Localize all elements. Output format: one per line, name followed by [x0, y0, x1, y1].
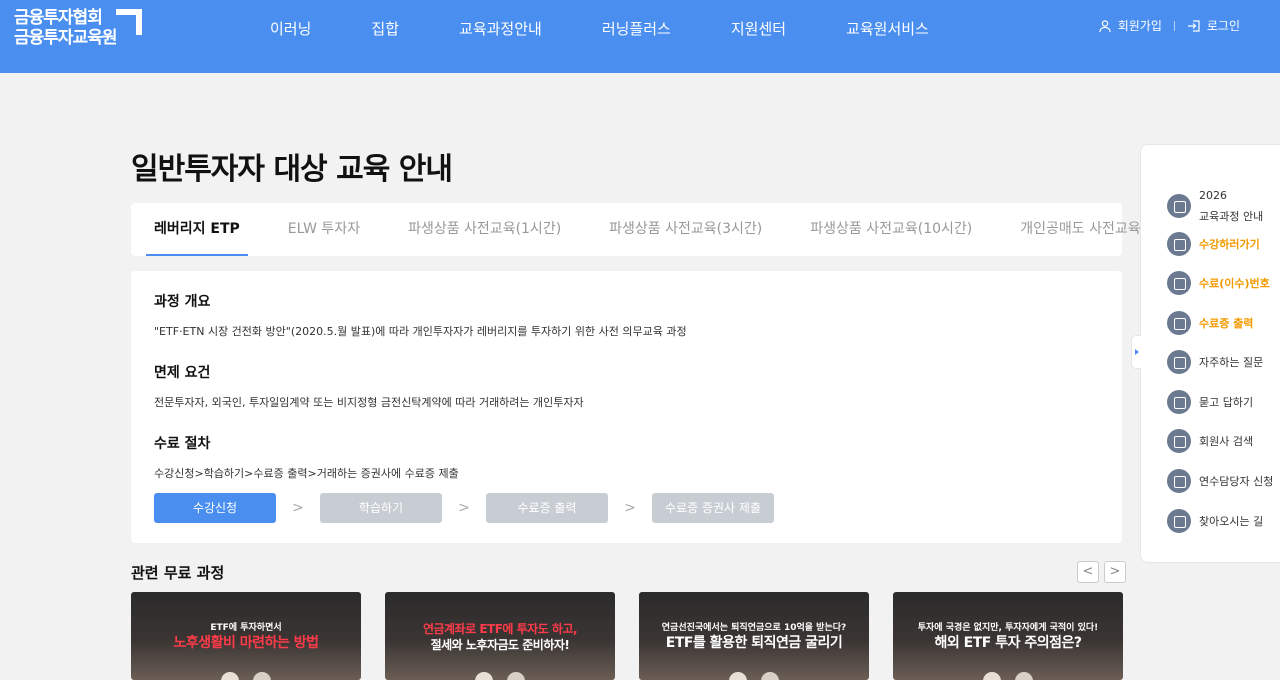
- site-logo[interactable]: 금융투자협회 금융투자교육원: [14, 8, 144, 50]
- utility-links: 회원가입 로그인: [1098, 17, 1240, 34]
- quick-menu-toggle[interactable]: [1131, 335, 1141, 369]
- tab-elw[interactable]: ELW 투자자: [288, 203, 360, 256]
- quick-certificate-print[interactable]: 수료증 출력: [1167, 311, 1253, 335]
- user-icon: [1099, 19, 1111, 32]
- logo-mark-icon: [116, 9, 142, 35]
- quick-course-guide-text: 교육과정 안내: [1199, 210, 1264, 223]
- nav-offline[interactable]: 집합: [371, 18, 399, 40]
- related-pager: < >: [1072, 561, 1126, 583]
- quick-completion-number[interactable]: 수료(이수)번호: [1167, 271, 1270, 295]
- site-header: 금융투자협회 금융투자교육원 이러닝 집합 교육과정안내 러닝플러스 지원센터 …: [0, 0, 1280, 73]
- tab-derivatives-10h[interactable]: 파생상품 사전교육(10시간): [810, 203, 972, 256]
- quick-directions[interactable]: 찾아오시는 길: [1167, 509, 1263, 533]
- quick-training-manager[interactable]: 연수담당자 신청: [1167, 469, 1273, 493]
- step-enroll-button[interactable]: 수강신청: [154, 493, 276, 523]
- presenters-image: [719, 670, 789, 680]
- quick-completion-number-label: 수료(이수)번호: [1199, 277, 1270, 290]
- signup-label: 회원가입: [1117, 19, 1162, 33]
- exempt-title: 면제 요건: [154, 365, 211, 381]
- login-label: 로그인: [1206, 19, 1240, 33]
- related-courses-title: 관련 무료 과정: [131, 564, 225, 582]
- process-text: 수강신청>학습하기>수료증 출력>거래하는 증권사에 수료증 제출: [154, 467, 459, 480]
- util-divider: [1173, 20, 1175, 31]
- nav-course-guide[interactable]: 교육과정안내: [459, 18, 542, 40]
- thumbnail-title: 연금계좌로 ETF에 투자도 하고,: [422, 622, 578, 636]
- quick-enroll[interactable]: 수강하러가기: [1167, 232, 1260, 256]
- chevron-right-icon: >: [624, 500, 636, 516]
- printer-icon: [1167, 311, 1191, 335]
- main-nav: 이러닝 집합 교육과정안내 러닝플러스 지원센터 교육원서비스: [270, 18, 929, 40]
- step-submit-button[interactable]: 수료증 증권사 제출: [652, 493, 774, 523]
- course-thumbnail[interactable]: ETF에 투자하면서 노후생활비 마련하는 방법: [131, 592, 361, 680]
- step-study-button[interactable]: 학습하기: [320, 493, 442, 523]
- related-course-list: ETF에 투자하면서 노후생활비 마련하는 방법 연금계좌로 ETF에 투자도 …: [131, 592, 1123, 680]
- course-thumbnail[interactable]: 연금선진국에서는 퇴직연금으로 10억을 받는다? ETF를 활용한 퇴직연금 …: [639, 592, 869, 680]
- thumbnail-title: 노후생활비 마련하는 방법: [173, 635, 319, 651]
- search-icon: [1167, 429, 1191, 453]
- check-icon: [1167, 232, 1191, 256]
- nav-services[interactable]: 교육원서비스: [846, 18, 929, 40]
- headset-icon: [1167, 390, 1191, 414]
- tab-leverage-etp[interactable]: 레버리지 ETP: [146, 203, 248, 256]
- login-icon: [1187, 19, 1200, 32]
- quick-training-manager-label: 연수담당자 신청: [1199, 475, 1274, 488]
- nav-support[interactable]: 지원센터: [731, 18, 786, 40]
- thumbnail-title: ETF를 활용한 퇴직연금 굴리기: [665, 635, 843, 651]
- thumbnail-title: 해외 ETF 투자 주의점은?: [934, 635, 1082, 651]
- quick-course-guide-label: 2026 교육과정 안내: [1199, 185, 1263, 227]
- tab-derivatives-1h[interactable]: 파생상품 사전교육(1시간): [408, 203, 561, 256]
- quick-qna-label: 묻고 답하기: [1199, 396, 1254, 409]
- exempt-text: 전문투자자, 외국인, 투자일임계약 또는 비지정형 금전신탁계약에 따라 거래…: [154, 396, 584, 409]
- presenters-image: [211, 670, 281, 680]
- nav-learning-plus[interactable]: 러닝플러스: [602, 18, 671, 40]
- process-steps: 수강신청 > 학습하기 > 수료증 출력 > 수료증 증권사 제출: [154, 493, 774, 523]
- nav-elearning[interactable]: 이러닝: [270, 18, 311, 40]
- step-certificate-button[interactable]: 수료증 출력: [486, 493, 608, 523]
- faq-icon: [1167, 350, 1191, 374]
- course-thumbnail[interactable]: 투자에 국경은 없지만, 투자자에게 국적이 있다! 해외 ETF 투자 주의점…: [893, 592, 1123, 680]
- chevron-right-icon: >: [292, 500, 304, 516]
- map-pin-icon: [1167, 509, 1191, 533]
- user-add-icon: [1167, 469, 1191, 493]
- quick-faq-label: 자주하는 질문: [1199, 356, 1264, 369]
- quick-member-search-label: 회원사 검색: [1199, 435, 1254, 448]
- login-link[interactable]: 로그인: [1187, 17, 1240, 34]
- process-title: 수료 절차: [154, 436, 211, 452]
- quick-qna[interactable]: 묻고 답하기: [1167, 390, 1253, 414]
- quick-faq[interactable]: 자주하는 질문: [1167, 350, 1263, 374]
- book-icon: [1167, 194, 1191, 218]
- course-tabs: 레버리지 ETP ELW 투자자 파생상품 사전교육(1시간) 파생상품 사전교…: [131, 203, 1141, 256]
- next-arrow-button[interactable]: >: [1104, 561, 1126, 583]
- quick-menu: 2026 교육과정 안내 수강하러가기 수료(이수)번호 수료증 출력 자주하는…: [1131, 144, 1280, 563]
- overview-text: "ETF·ETN 시장 건전화 방안"(2020.5.월 발표)에 따라 개인투…: [154, 325, 687, 338]
- page-title: 일반투자자 대상 교육 안내: [131, 152, 453, 187]
- chevron-right-icon: >: [458, 500, 470, 516]
- quick-member-search[interactable]: 회원사 검색: [1167, 429, 1253, 453]
- thumbnail-subtitle: 절세와 노후자금도 준비하자!: [430, 638, 570, 652]
- tab-short-selling[interactable]: 개인공매도 사전교육: [1020, 203, 1140, 256]
- quick-enroll-label: 수강하러가기: [1199, 238, 1260, 251]
- document-icon: [1167, 271, 1191, 295]
- presenters-image: [973, 670, 1043, 680]
- prev-arrow-button[interactable]: <: [1077, 561, 1099, 583]
- course-thumbnail[interactable]: 연금계좌로 ETF에 투자도 하고, 절세와 노후자금도 준비하자!: [385, 592, 615, 680]
- tab-derivatives-3h[interactable]: 파생상품 사전교육(3시간): [609, 203, 762, 256]
- quick-course-guide-year: 2026: [1199, 189, 1227, 202]
- presenters-image: [465, 670, 535, 680]
- signup-link[interactable]: 회원가입: [1098, 17, 1162, 34]
- overview-title: 과정 개요: [154, 294, 211, 310]
- quick-directions-label: 찾아오시는 길: [1199, 515, 1264, 528]
- quick-certificate-print-label: 수료증 출력: [1199, 317, 1254, 330]
- course-info-card: 과정 개요 "ETF·ETN 시장 건전화 방안"(2020.5.월 발표)에 …: [131, 271, 1122, 543]
- quick-course-guide[interactable]: 2026 교육과정 안내: [1167, 185, 1263, 227]
